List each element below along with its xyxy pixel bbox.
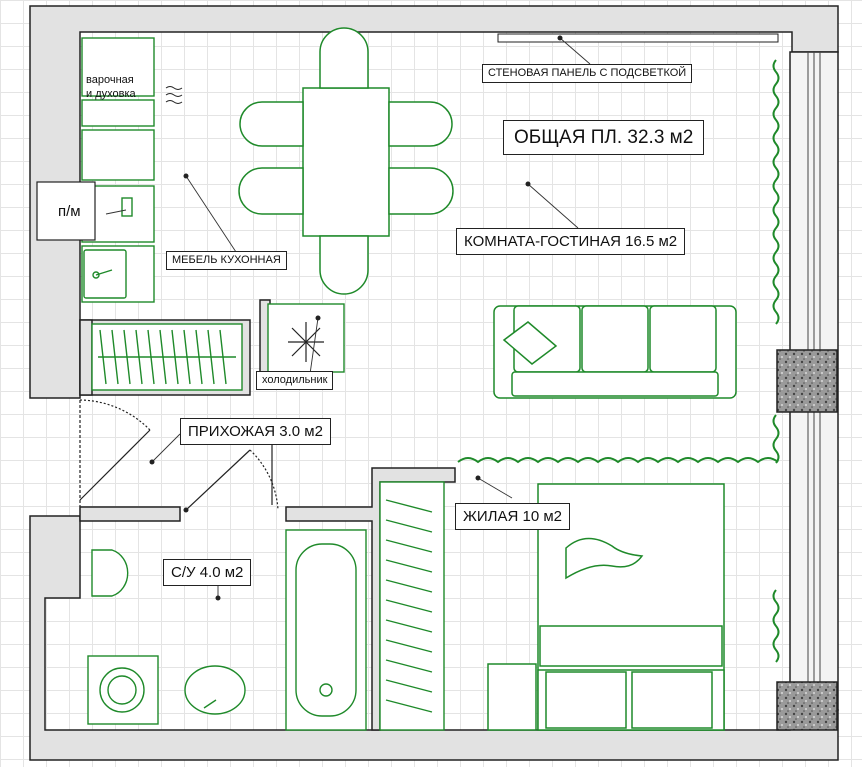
living-room-label: КОМНАТА-ГОСТИНАЯ 16.5 м2 [456,228,686,255]
wall-panel-light [497,33,779,43]
hood-icon [165,86,183,104]
wall-panel-label: СТЕНОВАЯ ПАНЕЛЬ С ПОДСВЕТКОЙ [482,64,693,83]
kitchen-furniture-label: МЕБЕЛЬ КУХОННАЯ [166,251,287,270]
fridge-label: холодильник [256,371,334,390]
bedroom-wardrobe [379,481,445,731]
dishwasher-label: п/м [58,203,81,220]
sofa [493,305,737,399]
hob-label-line2: и духовка [86,87,136,100]
hob-label-line1: варочная [86,74,134,86]
entry-door [79,399,279,511]
hallway-wardrobe [91,323,243,391]
hob-label: варочная и духовка [82,72,140,104]
bathroom-label: С/У 4.0 м2 [163,559,252,586]
fridge-icon [267,303,345,373]
hallway-label: ПРИХОЖАЯ 3.0 м2 [180,418,331,445]
column-upper [776,349,838,413]
floor-plan [29,5,839,761]
bedroom-label: ЖИЛАЯ 10 м2 [455,503,570,530]
total-area-label: ОБЩАЯ ПЛ. 32.3 м2 [503,120,705,155]
column-lower [776,681,838,731]
